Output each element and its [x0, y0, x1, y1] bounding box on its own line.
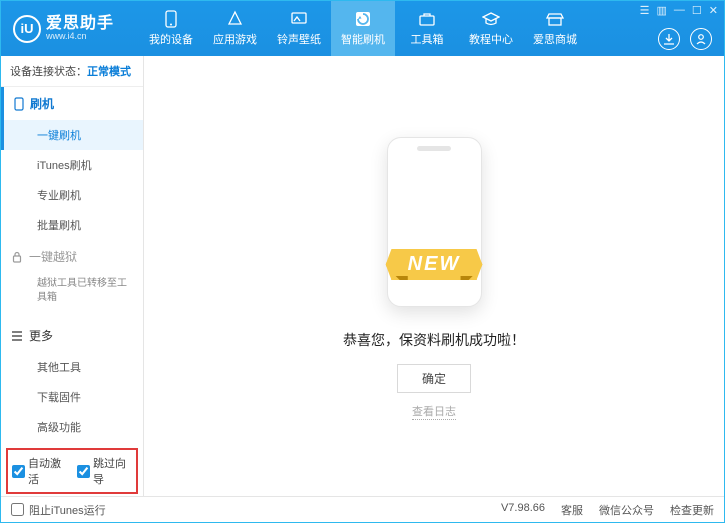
nav-tutorial[interactable]: 教程中心 [459, 1, 523, 56]
minimize-icon[interactable]: — [674, 4, 685, 17]
phone-small-icon [14, 97, 24, 111]
top-nav: 我的设备 应用游戏 铃声壁纸 智能刷机 工具箱 教程中心 [139, 1, 587, 56]
graduation-icon [482, 10, 500, 28]
sidebar-item-pro-flash[interactable]: 专业刷机 [1, 180, 143, 210]
illustration: NEW [334, 132, 534, 312]
checkbox-auto-activate[interactable]: 自动激活 [12, 455, 67, 487]
app-name: 爱思助手 [46, 15, 114, 33]
app-url: www.i4.cn [46, 32, 114, 42]
wallpaper-icon [290, 10, 308, 28]
version-label: V7.98.66 [501, 502, 545, 518]
logo-icon: iU [13, 15, 41, 43]
statusbar: 阻止iTunes运行 V7.98.66 客服 微信公众号 检查更新 [1, 496, 724, 522]
nav-apps-games[interactable]: 应用游戏 [203, 1, 267, 56]
nav-store[interactable]: 爱思商城 [523, 1, 587, 56]
option-checkboxes: 自动激活 跳过向导 [6, 448, 138, 494]
wechat-link[interactable]: 微信公众号 [599, 502, 654, 518]
close-icon[interactable]: ✕ [709, 4, 718, 17]
menu-icon[interactable]: ☰ [640, 4, 650, 17]
nav-my-device[interactable]: 我的设备 [139, 1, 203, 56]
skin-icon[interactable]: ▥ [657, 4, 667, 17]
view-log-link[interactable]: 查看日志 [412, 403, 456, 420]
body: 设备连接状态：正常模式 刷机 一键刷机 iTunes刷机 专业刷机 批量刷机 一… [1, 56, 724, 496]
account-area [658, 28, 712, 50]
sidebar-group-flash[interactable]: 刷机 [1, 87, 143, 120]
sidebar-group-more[interactable]: 更多 [1, 319, 143, 352]
success-message: 恭喜您，保资料刷机成功啦！ [343, 330, 525, 350]
apps-icon [226, 10, 244, 28]
flash-icon [354, 10, 372, 28]
nav-toolbox[interactable]: 工具箱 [395, 1, 459, 56]
main-panel: NEW 恭喜您，保资料刷机成功啦！ 确定 查看日志 [144, 56, 724, 496]
nav-smart-flash[interactable]: 智能刷机 [331, 1, 395, 56]
maximize-icon[interactable]: ☐ [692, 4, 702, 17]
list-icon [11, 331, 23, 341]
new-ribbon: NEW [386, 249, 483, 280]
logo: iU 爱思助手 www.i4.cn [1, 15, 124, 43]
store-icon [546, 10, 564, 28]
sidebar-item-oneclick-flash[interactable]: 一键刷机 [1, 120, 143, 150]
sidebar-item-download-fw[interactable]: 下载固件 [1, 382, 143, 412]
toolbox-icon [418, 10, 436, 28]
checkbox-block-itunes[interactable] [11, 503, 24, 516]
phone-icon [162, 10, 180, 28]
checkbox-skip-guide[interactable]: 跳过向导 [77, 455, 132, 487]
check-update-link[interactable]: 检查更新 [670, 502, 714, 518]
sidebar-item-itunes-flash[interactable]: iTunes刷机 [1, 150, 143, 180]
nav-ringtone-wallpaper[interactable]: 铃声壁纸 [267, 1, 331, 56]
support-link[interactable]: 客服 [561, 502, 583, 518]
phone-illustration [387, 137, 482, 307]
connection-status: 设备连接状态：正常模式 [1, 56, 143, 87]
jailbreak-note: 越狱工具已转移至工具箱 [37, 277, 131, 305]
sidebar-item-batch-flash[interactable]: 批量刷机 [1, 210, 143, 240]
download-icon[interactable] [658, 28, 680, 50]
sidebar-item-advanced[interactable]: 高级功能 [1, 412, 143, 442]
lock-icon [11, 251, 23, 263]
sidebar: 设备连接状态：正常模式 刷机 一键刷机 iTunes刷机 专业刷机 批量刷机 一… [1, 56, 144, 496]
confirm-button[interactable]: 确定 [397, 364, 471, 393]
sidebar-item-other-tools[interactable]: 其他工具 [1, 352, 143, 382]
app-window: iU 爱思助手 www.i4.cn 我的设备 应用游戏 铃声壁纸 智能刷机 [0, 0, 725, 523]
sidebar-group-jailbreak: 一键越狱 [1, 240, 143, 273]
user-icon[interactable] [690, 28, 712, 50]
window-controls: ☰ ▥ — ☐ ✕ [640, 4, 718, 17]
titlebar: iU 爱思助手 www.i4.cn 我的设备 应用游戏 铃声壁纸 智能刷机 [1, 1, 724, 56]
block-itunes-label: 阻止iTunes运行 [29, 502, 106, 518]
